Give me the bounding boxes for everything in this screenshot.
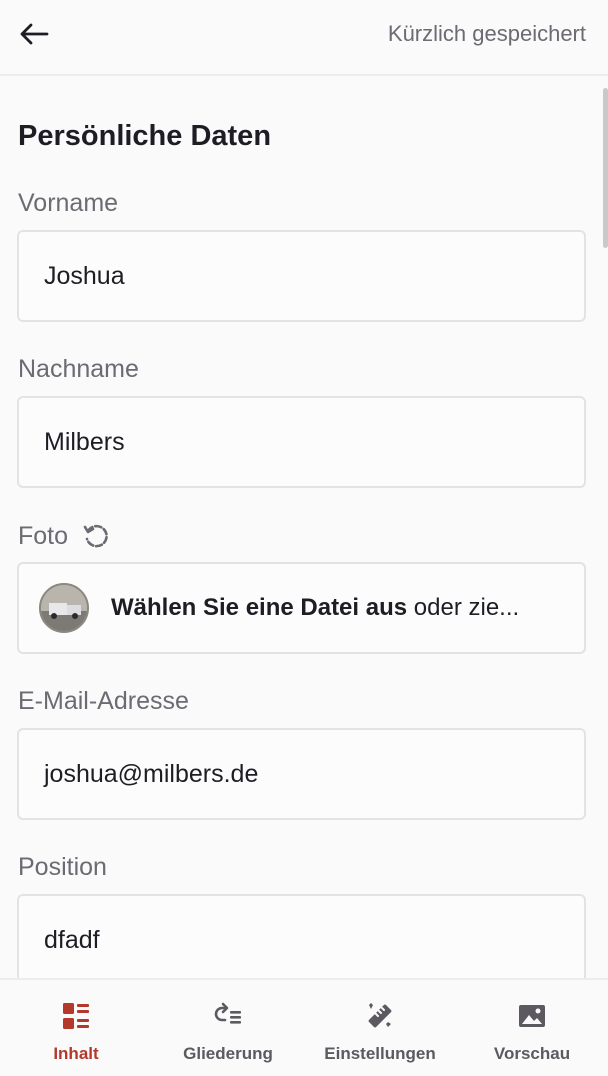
settings-icon [368, 1003, 392, 1028]
nav-label-einstellungen: Einstellungen [324, 1044, 436, 1063]
drag-hint-text: oder zie... [407, 594, 520, 621]
nav-item-einstellungen[interactable]: Einstellungen [304, 980, 456, 1076]
preview-icon [519, 1005, 545, 1027]
save-status-text: Kürzlich gespeichert [387, 21, 586, 46]
arrow-left-icon [20, 23, 49, 45]
scrollbar-thumb[interactable] [603, 88, 608, 248]
section-title: Persönliche Daten [18, 120, 272, 152]
nav-label-vorschau: Vorschau [493, 1044, 571, 1063]
nav-item-gliederung[interactable]: Gliederung [152, 980, 304, 1076]
form-content[interactable]: Persönliche Daten Vorname Joshua Nachnam… [0, 78, 608, 978]
last-name-label: Nachname [18, 355, 139, 383]
last-name-field[interactable]: Milbers [17, 396, 586, 488]
choose-file-link[interactable]: Wählen Sie eine Datei aus [111, 594, 407, 621]
reset-photo-icon[interactable] [82, 522, 110, 550]
position-field[interactable]: dfadf [17, 894, 586, 978]
avatar [39, 583, 89, 633]
email-field[interactable]: joshua@milbers.de [17, 728, 586, 820]
nav-item-vorschau[interactable]: Vorschau [456, 980, 608, 1076]
photo-thumbnail-icon [41, 585, 87, 631]
back-button[interactable] [14, 14, 54, 54]
structure-icon [214, 1002, 241, 1024]
first-name-field[interactable]: Joshua [17, 230, 586, 322]
photo-upload-dropzone[interactable]: Wählen Sie eine Datei aus oder zie... [17, 562, 586, 654]
nav-label-gliederung: Gliederung [183, 1044, 273, 1063]
bottom-navigation: Inhalt Gliederung Einstellungen Vorschau [0, 978, 608, 1076]
photo-label: Foto [18, 522, 69, 550]
top-app-bar: Kürzlich gespeichert [0, 0, 608, 76]
email-label: E-Mail-Adresse [18, 687, 189, 715]
nav-label-inhalt: Inhalt [53, 1044, 99, 1063]
nav-item-inhalt[interactable]: Inhalt [0, 980, 152, 1076]
photo-upload-text[interactable]: Wählen Sie eine Datei aus oder zie... [111, 594, 561, 622]
content-icon [63, 1003, 89, 1029]
position-label: Position [18, 853, 107, 881]
photo-label-row: Foto [18, 520, 110, 552]
first-name-label: Vorname [18, 189, 119, 217]
